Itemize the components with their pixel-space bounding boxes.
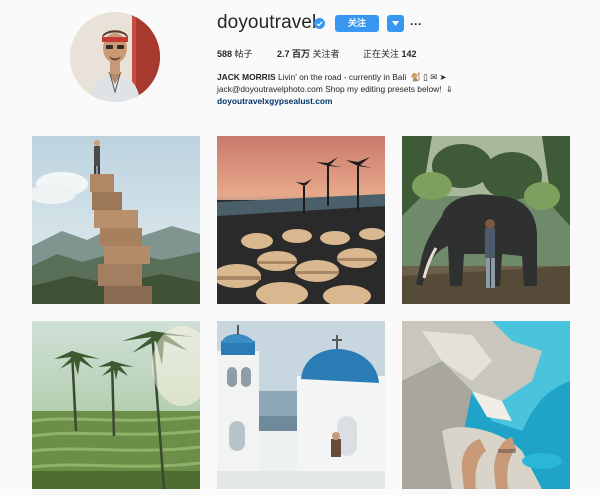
more-options-button[interactable]: ···	[410, 15, 422, 32]
post-thumbnail[interactable]	[402, 136, 570, 304]
post-thumbnail[interactable]	[217, 321, 385, 489]
profile-header: doyoutravel 关注 ··· 588 帖子 2.7 百万 关注者 正在关…	[0, 0, 600, 125]
bio-full-name: JACK MORRIS	[217, 72, 276, 82]
following-stat[interactable]: 正在关注 142	[363, 47, 417, 60]
profile-bio: JACK MORRIS Livin' on the road - current…	[217, 71, 517, 107]
followers-count: 2.7 百万	[277, 49, 311, 59]
post-thumbnail[interactable]	[402, 321, 570, 489]
bio-text-2: jack@doyoutravelphoto.com Shop my editin…	[217, 84, 442, 94]
followers-stat[interactable]: 2.7 百万 关注者	[277, 47, 340, 60]
follow-button[interactable]: 关注	[335, 15, 379, 32]
post-thumbnail[interactable]	[217, 136, 385, 304]
navagio-beach-feet-photo	[402, 321, 570, 489]
bio-line-1: JACK MORRIS Livin' on the road - current…	[217, 71, 517, 83]
stacked-rocks-mountain-photo	[32, 136, 200, 304]
posts-label: 帖子	[234, 49, 253, 59]
santorini-blue-dome-photo	[217, 321, 385, 489]
post-thumbnail[interactable]	[32, 136, 200, 304]
following-label: 正在关注	[363, 49, 400, 59]
profile-username: doyoutravel	[217, 12, 317, 33]
beach-club-sunset-photo	[217, 136, 385, 304]
post-thumbnail[interactable]	[32, 321, 200, 489]
bio-website-link[interactable]: doyoutravelxgypsealust.com	[217, 96, 332, 106]
following-count: 142	[401, 49, 417, 59]
posts-count: 588	[217, 49, 233, 59]
followers-label: 关注者	[312, 49, 340, 59]
bio-line-2: jack@doyoutravelphoto.com Shop my editin…	[217, 83, 517, 95]
verified-badge-icon	[314, 18, 325, 29]
profile-avatar[interactable]	[70, 12, 160, 102]
suggested-users-dropdown-button[interactable]	[387, 15, 404, 32]
bio-emoji-icons: 🐒 ▯ ✉ ➤	[410, 72, 447, 82]
bio-line-3: doyoutravelxgypsealust.com	[217, 95, 517, 107]
avatar-photo	[70, 12, 160, 102]
chevron-down-icon	[392, 21, 399, 26]
down-arrow-icon: ⇓	[445, 84, 453, 94]
posts-stat: 588 帖子	[217, 47, 253, 60]
elephant-jungle-photo	[402, 136, 570, 304]
bio-text-1: Livin' on the road - currently in Bali	[277, 72, 407, 82]
rice-terraces-palms-photo	[32, 321, 200, 489]
